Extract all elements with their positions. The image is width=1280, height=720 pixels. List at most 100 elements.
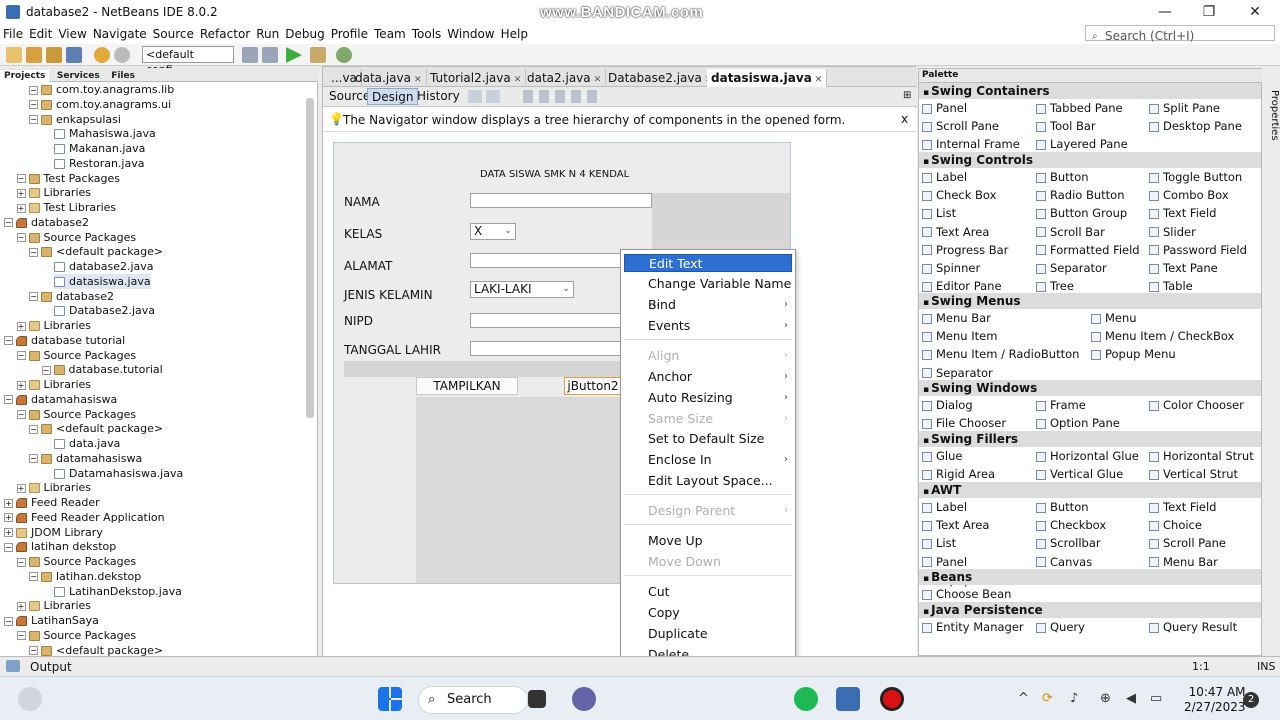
hint-close-button[interactable]: x bbox=[901, 112, 908, 126]
palette-item[interactable]: Option Pane bbox=[1036, 416, 1120, 430]
palette-item[interactable]: Button bbox=[1036, 500, 1089, 514]
palette-item[interactable]: Text Pane bbox=[1149, 261, 1218, 275]
palette-item[interactable]: Text Field bbox=[1149, 500, 1216, 514]
palette-item[interactable]: Query bbox=[1036, 620, 1085, 634]
nama-field[interactable] bbox=[470, 193, 652, 208]
palette-item[interactable]: Button Group bbox=[1036, 206, 1127, 220]
palette-category[interactable]: ▪ Swing Controls bbox=[919, 152, 1261, 168]
tree-item[interactable]: Restoran.java bbox=[54, 156, 144, 171]
notification-badge[interactable]: 2 bbox=[1243, 692, 1259, 708]
tab-projects[interactable]: Projects bbox=[0, 70, 50, 82]
palette-category[interactable]: ▪ Java Persistence bbox=[919, 602, 1261, 618]
save-all-icon[interactable] bbox=[66, 47, 82, 63]
close-button[interactable]: ✕ bbox=[1240, 2, 1270, 22]
alamat-field[interactable] bbox=[470, 253, 622, 268]
menu-debug[interactable]: Debug bbox=[282, 24, 327, 44]
tab-tutorial2-java[interactable]: Tutorial2.java ✕ bbox=[426, 69, 527, 87]
expand-toggle-icon[interactable]: + bbox=[16, 483, 26, 493]
tab-data2-java[interactable]: data2.java ✕ bbox=[523, 69, 607, 87]
palette-item[interactable]: Slider bbox=[1149, 225, 1196, 239]
microphone-icon[interactable]: ♪ bbox=[1070, 691, 1078, 706]
tree-item[interactable]: database2.java bbox=[54, 259, 154, 274]
table-scroll-pane[interactable] bbox=[416, 397, 622, 583]
palette-item[interactable]: Tool Bar bbox=[1036, 119, 1096, 133]
palette-item[interactable]: Split Pane bbox=[1149, 101, 1220, 115]
maximize-button[interactable]: ❐ bbox=[1194, 2, 1224, 22]
expand-toggle-icon[interactable]: − bbox=[29, 572, 38, 582]
tanggal-lahir-field[interactable] bbox=[470, 341, 622, 356]
expand-toggle-icon[interactable]: − bbox=[29, 292, 38, 301]
tree-item[interactable]: + Libraries bbox=[16, 598, 91, 613]
kelas-combo[interactable]: X ⌄ bbox=[470, 223, 516, 240]
palette-item[interactable]: Radio Button bbox=[1036, 188, 1125, 202]
label-jenis-kelamin[interactable]: JENIS KELAMIN bbox=[344, 288, 433, 302]
tree-item[interactable]: Datamahasiswa.java bbox=[54, 466, 183, 481]
netbeans-taskbar-icon[interactable] bbox=[836, 687, 860, 711]
tree-item[interactable]: + Feed Reader bbox=[4, 495, 100, 510]
tree-item[interactable]: − database2 bbox=[4, 215, 89, 230]
bandicam-icon[interactable] bbox=[880, 687, 904, 711]
palette-category[interactable]: ▪ Swing Menus bbox=[919, 293, 1261, 309]
tree-item[interactable]: + Libraries bbox=[16, 318, 91, 333]
tree-item[interactable]: − com.toy.anagrams.lib bbox=[29, 82, 174, 97]
expand-toggle-icon[interactable]: + bbox=[16, 188, 26, 198]
clock[interactable]: 10:47 AM 2/27/2023 bbox=[1184, 685, 1246, 715]
palette-item[interactable]: Text Area bbox=[922, 225, 989, 239]
tab-database2-java[interactable]: Database2.java✕ bbox=[604, 69, 718, 87]
palette-category[interactable]: ▪ Swing Containers bbox=[919, 83, 1261, 99]
palette-item[interactable]: Horizontal Glue bbox=[1036, 449, 1139, 463]
palette-item[interactable]: Glue bbox=[922, 449, 962, 463]
align-tools-icon[interactable] bbox=[523, 90, 603, 103]
tree-item[interactable]: − Source Packages bbox=[16, 554, 136, 569]
selection-mode-icon[interactable] bbox=[468, 90, 482, 103]
sync-icon[interactable]: ⟳ bbox=[1042, 691, 1053, 706]
expand-toggle-icon[interactable]: − bbox=[4, 336, 13, 346]
close-tab-icon[interactable]: ✕ bbox=[815, 75, 823, 85]
palette-item[interactable]: Vertical Strut bbox=[1149, 467, 1238, 481]
tree-item[interactable]: − latihan.dekstop bbox=[29, 569, 141, 584]
palette-item[interactable]: Checkbox bbox=[1036, 518, 1106, 532]
palette-item[interactable]: Popup Menu bbox=[1091, 347, 1176, 361]
tree-item[interactable]: + Libraries bbox=[16, 377, 91, 392]
redo-icon[interactable] bbox=[114, 47, 130, 63]
expand-toggle-icon[interactable]: − bbox=[16, 351, 26, 360]
chevron-up-icon[interactable]: ^ bbox=[1018, 691, 1029, 706]
tree-item[interactable]: Database2.java bbox=[54, 303, 155, 318]
expand-toggle-icon[interactable]: + bbox=[4, 513, 13, 523]
tree-item[interactable]: − <default package> bbox=[29, 421, 163, 436]
jbutton2[interactable]: jButton2 bbox=[564, 377, 622, 395]
expand-toggle-icon[interactable]: − bbox=[29, 100, 38, 110]
menu-file[interactable]: File bbox=[0, 24, 26, 44]
build-icon[interactable] bbox=[242, 47, 258, 63]
teams-icon[interactable] bbox=[572, 687, 596, 711]
expand-toggle-icon[interactable]: − bbox=[16, 557, 26, 567]
palette-item[interactable]: Menu bbox=[1091, 311, 1137, 325]
palette-item[interactable]: Scroll Pane bbox=[1149, 536, 1226, 550]
palette-item[interactable]: Panel bbox=[922, 555, 967, 569]
context-menu-item[interactable]: Edit Text bbox=[624, 254, 792, 272]
spotify-icon[interactable] bbox=[794, 687, 818, 711]
close-tab-icon[interactable]: ✕ bbox=[414, 75, 422, 85]
tab-datasiswa-java[interactable]: datasiswa.java ✕ bbox=[707, 69, 828, 87]
context-menu-item[interactable]: Edit Layout Space... bbox=[624, 472, 792, 490]
expand-toggle-icon[interactable]: + bbox=[4, 528, 13, 537]
context-menu-item[interactable]: Copy bbox=[624, 604, 792, 622]
palette-item[interactable]: Horizontal Strut bbox=[1149, 449, 1254, 463]
tree-item[interactable]: − Source Packages bbox=[16, 407, 136, 422]
palette-item[interactable]: Separator bbox=[1036, 261, 1107, 275]
tree-item[interactable]: − com.toy.anagrams.ui bbox=[29, 97, 171, 112]
close-tab-icon[interactable]: ✕ bbox=[594, 75, 602, 85]
clean-build-icon[interactable] bbox=[262, 47, 278, 63]
expand-toggle-icon[interactable]: − bbox=[29, 646, 38, 655]
palette-item[interactable]: Menu Item bbox=[922, 329, 997, 343]
tree-item[interactable]: − datamahasiswa bbox=[29, 451, 142, 466]
palette-item[interactable]: Menu Bar bbox=[1149, 555, 1218, 569]
palette-category[interactable]: ▪ AWT bbox=[919, 482, 1261, 498]
tree-item[interactable]: + Test Libraries bbox=[16, 200, 116, 215]
menu-navigate[interactable]: Navigate bbox=[90, 24, 150, 44]
expand-toggle-icon[interactable]: − bbox=[16, 410, 26, 419]
menu-profile[interactable]: Profile bbox=[328, 24, 371, 44]
tree-item[interactable]: − <default package> bbox=[29, 244, 163, 259]
palette-category[interactable]: ▪ Beans bbox=[919, 569, 1261, 585]
menu-window[interactable]: Window bbox=[444, 24, 497, 44]
